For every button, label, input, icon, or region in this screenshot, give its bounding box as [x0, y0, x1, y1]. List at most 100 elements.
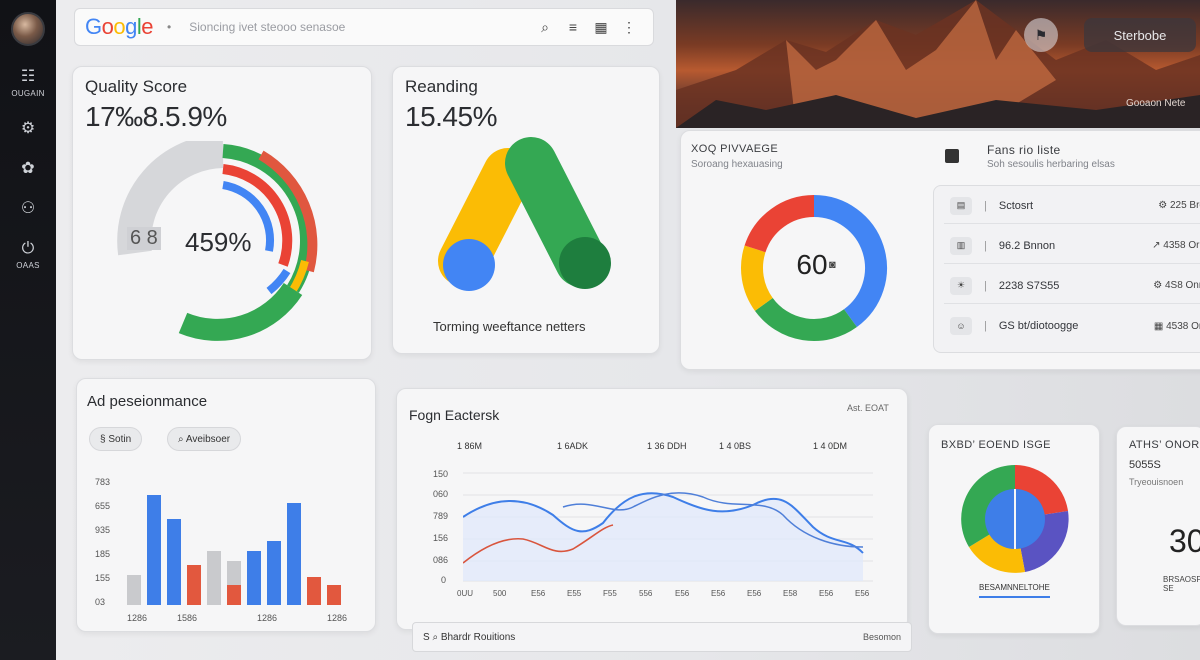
rail-item-butterfly[interactable]: ✿ [21, 160, 34, 178]
donut-segment [754, 297, 857, 341]
x-tick: 500 [493, 589, 507, 598]
pie-card-title: BXBD’ EOEND ISGE [941, 439, 1051, 451]
y-tick: 789 [433, 511, 449, 521]
filter-pill[interactable]: § Sotin [89, 427, 143, 451]
y-tick: 0 [441, 575, 447, 585]
trend-line-chart [463, 472, 873, 582]
left-rail: ☷ OUGAIN ⚙ ✿ ⚇ ⏻ OAAS [0, 0, 56, 660]
x-tick: E56 [711, 589, 726, 598]
avatar[interactable] [11, 12, 45, 46]
list-item[interactable]: ▤ | Sctosrt ⚙ 225 Brec [944, 188, 1200, 224]
pie-card[interactable]: BXBD’ EOEND ISGE BESAMNNELTOHE [928, 424, 1100, 634]
search-input[interactable]: Sioncing ivet steooo senasoe [189, 20, 531, 34]
stats-caption: BRSAOSFS SE [1163, 575, 1200, 593]
list-item-icon: ☺ [950, 317, 972, 335]
top-label: 1 4 0BS [719, 441, 752, 451]
list-item-value: ⚙ 225 Brec [1158, 200, 1200, 211]
donut-card[interactable]: XOQ PIVVAEGE Soroang hexauasing 60 ◙ Fan… [680, 130, 1200, 370]
quality-score-card[interactable]: Quality Score 17‰8.5.9% 6 8 459% [72, 66, 372, 360]
y-tick: 086 [433, 555, 449, 565]
top-label: 1 4 0DM [813, 441, 848, 451]
footer-left-label[interactable]: S ⌕ Bhardr Rouitions [423, 632, 515, 643]
donut-card-subtitle: Soroang hexauasing [691, 159, 783, 170]
list-panel: ▤ | Sctosrt ⚙ 225 Brec ▥ | 96.2 Bnnon ↗ … [933, 185, 1200, 353]
list-item-value: ↗ 4358 Orns [1152, 240, 1200, 251]
list-item-separator: | [984, 239, 987, 252]
x-tick: E56 [855, 589, 870, 598]
people-icon: ⚇ [20, 200, 36, 217]
donut-segment [741, 245, 774, 311]
stats-big-number: 30 [1169, 523, 1200, 559]
flag-icon[interactable]: ⚑ [1024, 18, 1058, 52]
x-tick: F55 [603, 589, 617, 598]
list-card-subtitle: Soh sesoulis herbaring elsas [987, 159, 1115, 170]
rail-item-people[interactable]: ⚇ [21, 200, 35, 218]
list-item-separator: | [984, 320, 987, 332]
x-tick: E58 [783, 589, 798, 598]
search-icon[interactable]: ⌕ [531, 19, 559, 36]
list-item-icon: ▤ [950, 196, 972, 215]
list-item[interactable]: ☺ | GS bt/diotoogge ▦ 4538 Ona [944, 308, 1200, 344]
list-item-icon: ▥ [950, 236, 972, 255]
footer-right-label[interactable]: Besomon [863, 632, 901, 642]
top-action-button[interactable]: Sterbobe [1084, 18, 1196, 52]
rail-item-label: OUGAIN [11, 89, 45, 98]
y-tick: 150 [433, 469, 449, 479]
stats-value: 5055S [1129, 459, 1161, 471]
stats-card-title: ATHS’ ONORSE [1129, 439, 1200, 451]
rail-item-settings[interactable]: ⚙ [21, 120, 35, 138]
reach-value: 15.45% [405, 101, 497, 132]
trend-card[interactable]: Fogn Eactersk Ast. EOAT 1 86M 1 6ADK 1 3… [396, 388, 908, 630]
top-label: 1 36 DDH [647, 441, 687, 451]
advertiser-pill[interactable]: ⌕ Aveibsoer [167, 427, 242, 451]
y-tick: 185 [95, 549, 111, 559]
camera-icon: ◙ [829, 259, 836, 271]
quality-score-value: 17‰8.5.9% [85, 101, 227, 132]
list-item-separator: | [984, 279, 987, 292]
x-tick: E56 [675, 589, 690, 598]
card-title: Quality Score [85, 77, 188, 96]
list-item-label: GS bt/diotoogge [998, 320, 1079, 332]
stats-subvalue: Tryeouisnoen [1129, 477, 1184, 487]
list-card-title: Fans rio liste [987, 143, 1061, 157]
footer-bar[interactable]: S ⌕ Bhardr Rouitions Besomon [412, 622, 912, 652]
list-item-label: 96.2 Bnnon [998, 239, 1056, 252]
main-panel: Google • Sioncing ivet steooo senasoe ⌕ … [56, 0, 1200, 660]
donut-card-title: XOQ PIVVAEGE [691, 143, 779, 155]
x-tick: 1586 [177, 613, 198, 623]
grid-icon[interactable]: ▦ [587, 19, 615, 36]
search-bar[interactable]: Google • Sioncing ivet steooo senasoe ⌕ … [74, 8, 654, 46]
y-tick: 03 [95, 597, 106, 607]
list-item-icon: ☀ [950, 276, 972, 295]
pie-caption: BESAMNNELTOHE [979, 583, 1050, 598]
reach-card[interactable]: Reanding 15.45% Torming weeftance netter… [392, 66, 660, 354]
calendar-icon: ☷ [20, 68, 36, 85]
ad-performance-card[interactable]: Ad peseionmance § Sotin ⌕ Aveibsoer 783 … [76, 378, 376, 632]
list-item-separator: | [984, 199, 987, 212]
rail-item-calendar[interactable]: ☷ OUGAIN [11, 68, 44, 98]
rail-item-power[interactable]: ⏻ OAAS [16, 240, 39, 270]
y-tick: 156 [433, 533, 449, 543]
google-ads-logo [438, 137, 611, 291]
list-item-value: ▦ 4538 Ona [1153, 320, 1200, 332]
card-title: Reanding [405, 77, 478, 96]
x-tick: E55 [567, 589, 582, 598]
list-item-label: 2238 S7S55 [998, 279, 1060, 292]
x-tick: E56 [819, 589, 834, 598]
stats-card[interactable]: ATHS’ ONORSE 5055S Tryeouisnoen 30 BRSAO… [1116, 426, 1200, 626]
gear-icon: ⚙ [20, 120, 36, 137]
card-title: Ad peseionmance [87, 393, 208, 410]
rail-item-label: OAAS [16, 261, 40, 270]
list-header-icon [945, 149, 959, 163]
filter-icon[interactable]: ≡ [559, 19, 587, 35]
top-label: 1 86M [457, 441, 483, 451]
x-tick: 1286 [257, 613, 278, 623]
photo-caption: Gooaon Nete [1126, 98, 1186, 109]
top-label: 1 6ADK [557, 441, 589, 451]
list-item[interactable]: ☀ | 2238 S7S55 ⚙ 4S8 Onne [944, 268, 1200, 304]
list-item[interactable]: ▥ | 96.2 Bnnon ↗ 4358 Orns [944, 228, 1200, 264]
reach-caption: Torming weeftance netters [433, 319, 586, 334]
more-icon[interactable]: ⋮ [615, 19, 643, 36]
gauge-side-label: 6 8 [127, 227, 161, 250]
pie-chart [961, 465, 1069, 573]
